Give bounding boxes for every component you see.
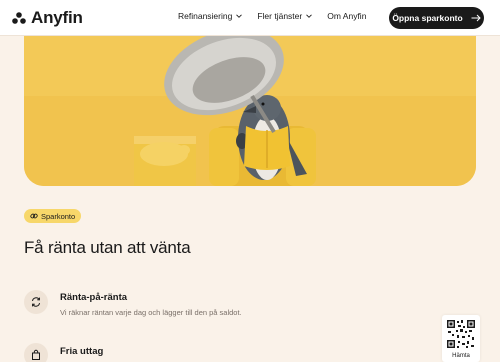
chevron-down-icon	[236, 14, 243, 18]
nav-item-label: Fler tjänster	[257, 11, 303, 21]
feature-title: Ränta-på-ränta	[60, 292, 128, 303]
chevron-down-icon	[306, 14, 313, 18]
refresh-icon	[32, 297, 40, 307]
badge-label: Sparkonto	[41, 211, 76, 221]
link-icon	[30, 213, 38, 219]
feature-description: Vi räknar räntan varje dag och lägger ti…	[60, 308, 242, 317]
anyfin-logo[interactable]: Anyfin	[12, 8, 83, 28]
download-app-qr[interactable]: Hämta	[442, 315, 480, 362]
savings-account-badge: Sparkonto	[24, 209, 82, 223]
hero-image	[24, 36, 476, 186]
feature-icon-circle	[24, 290, 48, 314]
main-nav: Refinansiering Fler tjänster Om Anyfin	[178, 11, 366, 21]
cta-label: Öppna sparkonto	[392, 13, 463, 23]
logo-mark-icon	[12, 12, 26, 24]
nav-item-label: Om Anyfin	[327, 11, 367, 21]
penguin-illustration	[24, 36, 476, 186]
qr-code-icon	[446, 319, 476, 349]
arrow-right-icon	[471, 14, 481, 22]
top-navbar: Anyfin Refinansiering Fler tjänster Om A…	[0, 0, 500, 36]
qr-label: Hämta	[452, 353, 470, 359]
nav-item-fler-tjanster[interactable]: Fler tjänster	[257, 11, 313, 21]
feature-title: Fria uttag	[60, 346, 104, 357]
nav-item-label: Refinansiering	[178, 11, 233, 21]
open-savings-account-button[interactable]: Öppna sparkonto	[389, 7, 484, 29]
bag-icon	[32, 349, 40, 360]
nav-item-refinansiering[interactable]: Refinansiering	[178, 11, 243, 21]
brand-name: Anyfin	[31, 8, 83, 27]
nav-item-om-anyfin[interactable]: Om Anyfin	[327, 11, 366, 21]
page-title: Få ränta utan att vänta	[24, 238, 191, 257]
feature-icon-circle	[24, 343, 48, 362]
